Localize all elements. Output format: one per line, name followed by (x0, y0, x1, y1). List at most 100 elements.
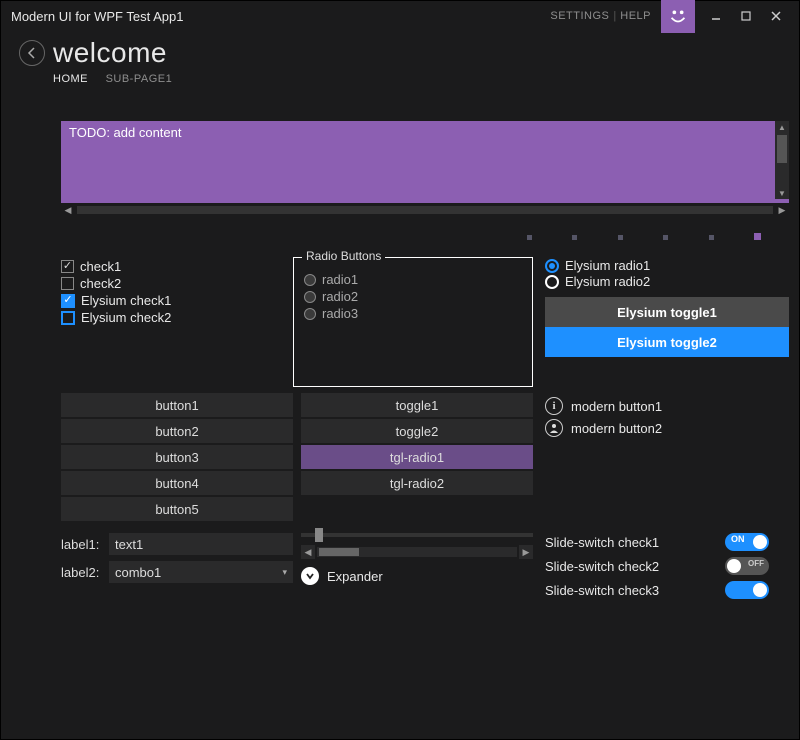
range-right-arrow[interactable]: ▶ (519, 545, 533, 559)
toggle-toggle2[interactable]: toggle2 (301, 419, 533, 443)
button-button4[interactable]: button4 (61, 471, 293, 495)
back-button[interactable] (19, 40, 45, 66)
radio-label: radio3 (322, 306, 358, 321)
elysium-toggles: Elysium toggle1 Elysium toggle2 (545, 297, 789, 357)
radio-radio3[interactable]: radio3 (304, 306, 522, 321)
checkbox-check2[interactable]: check2 (61, 276, 293, 291)
controls-row-2: button1 button2 button3 button4 button5 … (61, 393, 789, 523)
checkbox-label: Elysium check2 (81, 310, 171, 325)
scroll-thumb[interactable] (777, 135, 787, 163)
minimize-button[interactable] (701, 3, 731, 29)
form-column: label1: text1 label2: combo1▾ (61, 533, 293, 605)
modern-button2[interactable]: modern button2 (545, 419, 789, 437)
elysium-radio2[interactable]: Elysium radio2 (545, 274, 789, 289)
modern-button1[interactable]: i modern button1 (545, 397, 789, 415)
toggle-tgl-radio1[interactable]: tgl-radio1 (301, 445, 533, 469)
pager-dot[interactable] (572, 235, 577, 240)
toggle-tgl-radio2[interactable]: tgl-radio2 (301, 471, 533, 495)
modern-button-list: i modern button1 modern button2 (533, 393, 789, 523)
radio-radio2[interactable]: radio2 (304, 289, 522, 304)
todo-box: TODO: add content (61, 121, 789, 203)
smiley-icon[interactable] (661, 0, 695, 33)
radio-label: Elysium radio1 (565, 258, 650, 273)
checkbox-box-icon (61, 311, 75, 325)
checkbox-elysium-check1[interactable]: Elysium check1 (61, 293, 293, 308)
close-button[interactable] (761, 3, 791, 29)
slider-thumb[interactable] (315, 528, 323, 542)
range-scrollbar[interactable]: ◀ ▶ (301, 545, 533, 559)
pager-dot[interactable] (618, 235, 623, 240)
checkbox-label: Elysium check1 (81, 293, 171, 308)
slide-switch-check1: Slide-switch check1 ON (545, 533, 789, 551)
input-value: text1 (115, 537, 143, 552)
horizontal-scrollbar[interactable]: ◀ ▶ (61, 203, 789, 217)
button-label: modern button1 (571, 399, 662, 414)
button-button2[interactable]: button2 (61, 419, 293, 443)
hscroll-track[interactable] (77, 206, 773, 214)
switch-on-text: ON (731, 534, 745, 544)
pager-dots (61, 217, 789, 245)
text-input[interactable]: text1 (109, 533, 293, 555)
checkbox-check1[interactable]: check1 (61, 259, 293, 274)
checkbox-column: check1 check2 Elysium check1 Elysium che… (61, 257, 293, 387)
switch-off-text: OFF (748, 559, 764, 568)
elysium-column: Elysium radio1 Elysium radio2 Elysium to… (533, 257, 789, 387)
todo-text: TODO: add content (69, 125, 182, 140)
header: welcome (1, 31, 799, 69)
tab-subpage1[interactable]: SUB-PAGE1 (106, 73, 173, 85)
chevron-down-icon: ▾ (282, 567, 287, 578)
switch-plain[interactable] (725, 581, 769, 599)
button-button3[interactable]: button3 (61, 445, 293, 469)
info-icon: i (545, 397, 563, 415)
switch-label: Slide-switch check1 (545, 535, 659, 550)
checkbox-label: check2 (80, 276, 121, 291)
radio-label: Elysium radio2 (565, 274, 650, 289)
pager-dot[interactable] (527, 235, 532, 240)
field-label1: label1: text1 (61, 533, 293, 555)
switch-column: Slide-switch check1 ON Slide-switch chec… (533, 533, 789, 605)
checkbox-elysium-check2[interactable]: Elysium check2 (61, 310, 293, 325)
radio-dot-icon (304, 291, 316, 303)
pager-dot[interactable] (709, 235, 714, 240)
maximize-button[interactable] (731, 3, 761, 29)
groupbox-legend: Radio Buttons (302, 249, 385, 263)
person-icon (545, 419, 563, 437)
tab-home[interactable]: HOME (53, 73, 88, 85)
switch-knob (753, 583, 767, 597)
scroll-up-arrow[interactable]: ▲ (775, 121, 789, 133)
elysium-toggle2[interactable]: Elysium toggle2 (545, 327, 789, 357)
switch-on[interactable]: ON (725, 533, 769, 551)
button-label: modern button2 (571, 421, 662, 436)
scroll-down-arrow[interactable]: ▼ (775, 187, 789, 199)
slide-switch-check2: Slide-switch check2 OFF (545, 557, 789, 575)
radio-radio1[interactable]: radio1 (304, 272, 522, 287)
switch-off[interactable]: OFF (725, 557, 769, 575)
switch-knob (727, 559, 741, 573)
radio-dot-icon (545, 259, 559, 273)
range-left-arrow[interactable]: ◀ (301, 545, 315, 559)
button-button5[interactable]: button5 (61, 497, 293, 521)
checkbox-label: check1 (80, 259, 121, 274)
elysium-radio1[interactable]: Elysium radio1 (545, 258, 789, 273)
slider[interactable] (301, 533, 533, 537)
combo-value: combo1 (115, 565, 161, 580)
titlebar: Modern UI for WPF Test App1 SETTINGS | H… (1, 1, 799, 31)
vertical-scrollbar[interactable]: ▲ ▼ (775, 121, 789, 199)
slider-column: ◀ ▶ Expander (293, 533, 533, 605)
combo-input[interactable]: combo1 ▾ (109, 561, 293, 583)
scroll-left-arrow[interactable]: ◀ (61, 205, 75, 216)
toggle-toggle1[interactable]: toggle1 (301, 393, 533, 417)
expander-label: Expander (327, 569, 383, 584)
range-thumb[interactable] (319, 548, 359, 556)
app-window: Modern UI for WPF Test App1 SETTINGS | H… (0, 0, 800, 740)
content: TODO: add content ▲ ▼ ◀ ▶ (61, 121, 789, 605)
expander[interactable]: Expander (301, 567, 533, 585)
switch-label: Slide-switch check2 (545, 559, 659, 574)
pager-dot[interactable] (663, 235, 668, 240)
pager-dot-active[interactable] (754, 233, 761, 240)
settings-link[interactable]: SETTINGS (550, 10, 609, 22)
help-link[interactable]: HELP (620, 10, 651, 22)
scroll-right-arrow[interactable]: ▶ (775, 205, 789, 216)
button-button1[interactable]: button1 (61, 393, 293, 417)
elysium-toggle1[interactable]: Elysium toggle1 (545, 297, 789, 327)
